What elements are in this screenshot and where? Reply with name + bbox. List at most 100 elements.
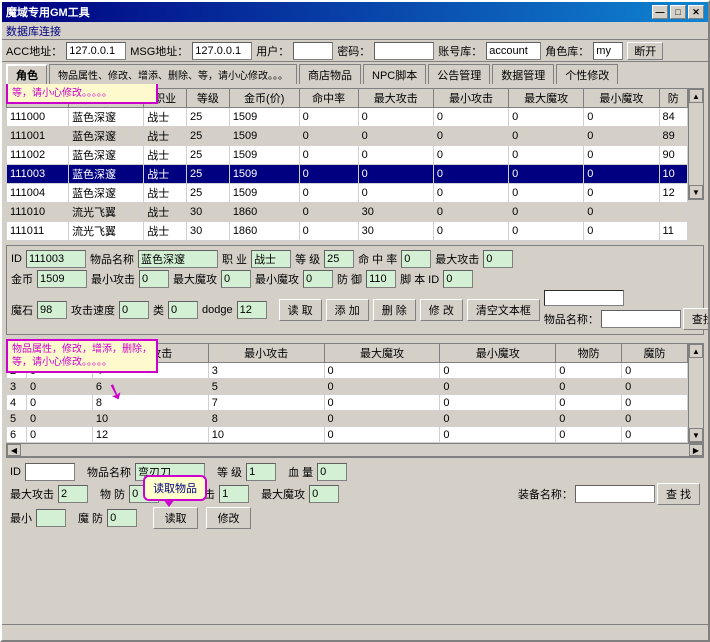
search-button[interactable]: 查找 (683, 308, 708, 330)
menu-database[interactable]: 数据库连接 (6, 23, 61, 39)
scroll-down[interactable]: ▼ (689, 185, 703, 199)
bsearch-button[interactable]: 查 找 (657, 483, 700, 505)
bscroll-down[interactable]: ▼ (689, 428, 703, 442)
tab-item[interactable]: 物品属性、修改、增添、删除、等，请小心修改。。。 (49, 64, 297, 84)
job-label: 职 业 (222, 251, 247, 267)
table-row[interactable]: 501080000 (7, 411, 688, 427)
max-matk-label: 最大魔攻 (173, 271, 217, 287)
tab-npc[interactable]: NPC脚本 (363, 64, 426, 84)
bmdef-label: 魔 防 (78, 510, 103, 526)
table-row[interactable]: 111001蓝色深邃战士2515090000089 (7, 127, 688, 146)
tab-custom[interactable]: 个性修改 (556, 64, 618, 84)
col-def: 防 (659, 89, 688, 108)
table-row[interactable]: 111010流光飞翼战士301860030000 (7, 203, 688, 222)
foot-input[interactable] (443, 270, 473, 288)
h-scrollbar[interactable]: ◀ ▶ (6, 443, 704, 457)
close-button[interactable]: ✕ (688, 5, 704, 19)
bmax-atk-input[interactable] (58, 485, 88, 503)
table-row[interactable]: 40870000 (7, 395, 688, 411)
min-atk-label: 最小攻击 (91, 271, 135, 287)
blevel-input[interactable] (246, 463, 276, 481)
table-row[interactable]: 111003蓝色深邃战士2515090000010 (7, 165, 688, 184)
bmax-matk-input[interactable] (309, 485, 339, 503)
bmin-input[interactable] (36, 509, 66, 527)
level-input[interactable] (324, 250, 354, 268)
magic-input[interactable] (37, 301, 67, 319)
bsearch-input[interactable] (575, 485, 655, 503)
tooltip-arrow (163, 499, 175, 507)
table-row[interactable]: 6012100000 (7, 427, 688, 443)
bottom-modify-button[interactable]: 修改 (206, 507, 251, 529)
max-atk-input[interactable] (483, 250, 513, 268)
table-row[interactable]: 111011流光飞翼战士30186003000011 (7, 222, 688, 241)
msg-input[interactable] (192, 42, 252, 60)
bmdef-input[interactable] (107, 509, 137, 527)
modify-button[interactable]: 修 改 (420, 299, 463, 321)
disconnect-button[interactable]: 断开 (627, 42, 663, 60)
bcol-max-atk: 最大攻击 (92, 344, 208, 363)
bottom-read-button[interactable]: 读取 (153, 507, 198, 529)
speed-input[interactable] (119, 301, 149, 319)
acc-input[interactable] (66, 42, 126, 60)
top-grid-wrapper: ID 物品名称 职业 等级 金币(价) 命中率 最大攻击 最小攻击 最大魔攻 最… (6, 88, 704, 241)
tab-shop[interactable]: 商店物品 (299, 64, 361, 84)
gold-input[interactable] (37, 270, 87, 288)
bhp-input[interactable] (317, 463, 347, 481)
table-row[interactable]: 111004蓝色深邃战士2515090000012 (7, 184, 688, 203)
bottom-form: ID 物品名称 等 级 血 量 最大攻击 物 防 最小攻击 最大魔攻 (6, 457, 704, 534)
menu-bar: 数据库连接 (2, 22, 708, 40)
top-grid-scrollbar[interactable]: ▲ ▼ (688, 88, 704, 200)
top-grid-scroll: ID 物品名称 职业 等级 金币(价) 命中率 最大攻击 最小攻击 最大魔攻 最… (6, 88, 688, 241)
col-gold: 金币(价) (229, 89, 299, 108)
delete-button[interactable]: 删 除 (373, 299, 416, 321)
pwd-input[interactable] (374, 42, 434, 60)
bmin-atk-input[interactable] (219, 485, 249, 503)
bform-row-3: 最小 魔 防 读取物品 读取 修改 (10, 507, 700, 529)
job-input[interactable] (251, 250, 291, 268)
def-input[interactable] (366, 270, 396, 288)
bcol-mdef: 魔防 (622, 344, 688, 363)
tab-notice[interactable]: 公告管理 (428, 64, 490, 84)
dodge-input[interactable] (237, 301, 267, 319)
scroll-up[interactable]: ▲ (689, 89, 703, 103)
read-button[interactable]: 读 取 (279, 299, 322, 321)
window-title: 魔域专用GM工具 (6, 4, 90, 20)
clear-button[interactable]: 清空文本框 (467, 299, 540, 321)
hscroll-left[interactable]: ◀ (7, 444, 21, 456)
pwd-label: 密码： (337, 43, 370, 59)
minimize-button[interactable]: — (652, 5, 668, 19)
hit-input[interactable] (401, 250, 431, 268)
maximize-button[interactable]: □ (670, 5, 686, 19)
max-atk-label: 最大攻击 (435, 251, 479, 267)
tab-bar: 角色 物品属性、修改、增添、删除、等，请小心修改。。。 商店物品 NPC脚本 公… (2, 62, 708, 84)
bottom-data-grid: 血量 最大攻击 最小攻击 最大魔攻 最小魔攻 物防 魔防 20430000306… (6, 343, 688, 443)
table-row[interactable]: 111000蓝色深邃战士2515090000084 (7, 108, 688, 127)
table-row[interactable]: 111002蓝色深邃战士2515090000090 (7, 146, 688, 165)
col-hit: 命中率 (299, 89, 358, 108)
max-matk-input[interactable] (221, 270, 251, 288)
user-input[interactable] (293, 42, 333, 60)
role-input[interactable] (593, 42, 623, 60)
db-input[interactable] (486, 42, 541, 60)
col-min-atk: 最小攻击 (433, 89, 508, 108)
bhp-label: 血 量 (288, 464, 313, 480)
item-detail-form: ID 物品名称 职 业 等 级 命 中 率 最大攻击 金币 最小攻击 最大魔攻 (6, 245, 704, 335)
top-grid-section: 物品属性，修改，增添，删除，等，请小心修改。。。。。 ID 物品名称 职业 等级… (6, 88, 704, 241)
min-atk-input[interactable] (139, 270, 169, 288)
min-matk-input[interactable] (303, 270, 333, 288)
table-row[interactable]: 20430000 (7, 363, 688, 379)
table-row[interactable]: 30650000 (7, 379, 688, 395)
search-input[interactable] (601, 310, 681, 328)
add-button[interactable]: 添 加 (326, 299, 369, 321)
tab-role[interactable]: 角色 (6, 64, 47, 84)
bscroll-up[interactable]: ▲ (689, 344, 703, 358)
id-input[interactable] (26, 250, 86, 268)
search-area: 物品名称： 查找 (544, 290, 708, 330)
bottom-grid-scrollbar[interactable]: ▲ ▼ (688, 343, 704, 443)
tab-data[interactable]: 数据管理 (492, 64, 554, 84)
bid-input[interactable] (25, 463, 75, 481)
magic-label: 魔石 (11, 302, 33, 318)
hscroll-right[interactable]: ▶ (689, 444, 703, 456)
type-input[interactable] (168, 301, 198, 319)
item-name-input[interactable] (138, 250, 218, 268)
